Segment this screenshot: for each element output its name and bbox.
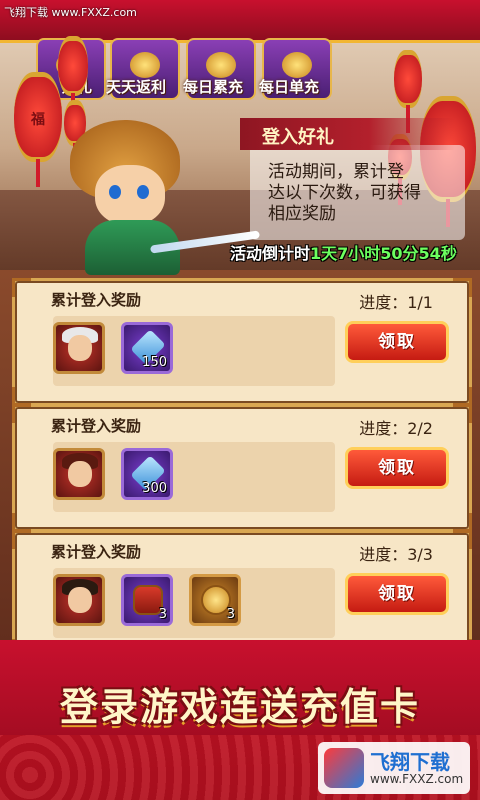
reward-progress: 进度：3/3	[359, 545, 433, 564]
treasure-icon	[282, 52, 312, 78]
logo-icon	[324, 748, 364, 788]
hero-portrait-icon[interactable]	[53, 574, 105, 626]
reward-items-tray: 150	[53, 316, 335, 386]
reward-items-tray: 300	[53, 442, 335, 512]
reward-items-tray: 3 3	[53, 568, 335, 638]
tab-label-daily-single[interactable]: 每日单充	[259, 76, 319, 97]
item-count: 3	[158, 607, 167, 622]
countdown-label: 活动倒计时	[230, 244, 311, 263]
hero-character	[30, 120, 261, 275]
hero-portrait-icon[interactable]	[53, 322, 105, 374]
gold-coin-icon[interactable]: 3	[189, 574, 241, 626]
event-title: 登入好礼	[262, 127, 334, 148]
countdown-value: 1天7小时50分54秒	[310, 244, 457, 263]
watermark-top: 飞翔下载 www.FXXZ.com	[4, 6, 137, 19]
site-logo: 飞翔下载 www.FXXZ.com	[318, 742, 470, 794]
hero-portrait-icon[interactable]	[53, 448, 105, 500]
logo-title: 飞翔下载	[370, 750, 450, 774]
tab-label-daily-rebate[interactable]: 天天返利	[106, 76, 166, 97]
rebate-icon	[130, 52, 160, 78]
lantern-icon	[394, 50, 422, 133]
reward-progress: 进度：2/2	[359, 419, 433, 438]
treasure-chest-icon[interactable]: 3	[121, 574, 173, 626]
reward-card: 累计登入奖励 进度：3/3 3 3 领取	[12, 530, 472, 658]
logo-url: www.FXXZ.com	[370, 772, 464, 786]
item-count: 3	[226, 607, 235, 622]
promo-slogan: 登录游戏连送充值卡	[59, 685, 420, 729]
gold-pile-icon	[206, 52, 236, 78]
reward-progress: 进度：1/1	[359, 293, 433, 312]
claim-button[interactable]: 领取	[345, 447, 449, 489]
claim-button[interactable]: 领取	[345, 321, 449, 363]
claim-button[interactable]: 领取	[345, 573, 449, 615]
crystal-icon[interactable]: 300	[121, 448, 173, 500]
crystal-icon[interactable]: 150	[121, 322, 173, 374]
item-count: 150	[142, 355, 167, 370]
reward-title: 累计登入奖励	[51, 543, 142, 561]
event-countdown: 活动倒计时1天7小时50分54秒	[230, 240, 457, 264]
reward-card: 累计登入奖励 进度：1/1 150 领取	[12, 278, 472, 406]
event-description: 活动期间，累计登 达以下次数，可获得 相应奖励	[268, 162, 421, 224]
reward-title: 累计登入奖励	[51, 291, 142, 309]
reward-title: 累计登入奖励	[51, 417, 142, 435]
item-count: 300	[142, 481, 167, 496]
tab-label-daily-cumulative[interactable]: 每日累充	[183, 76, 243, 97]
reward-card: 累计登入奖励 进度：2/2 300 领取	[12, 404, 472, 532]
lantern-icon	[58, 36, 88, 121]
